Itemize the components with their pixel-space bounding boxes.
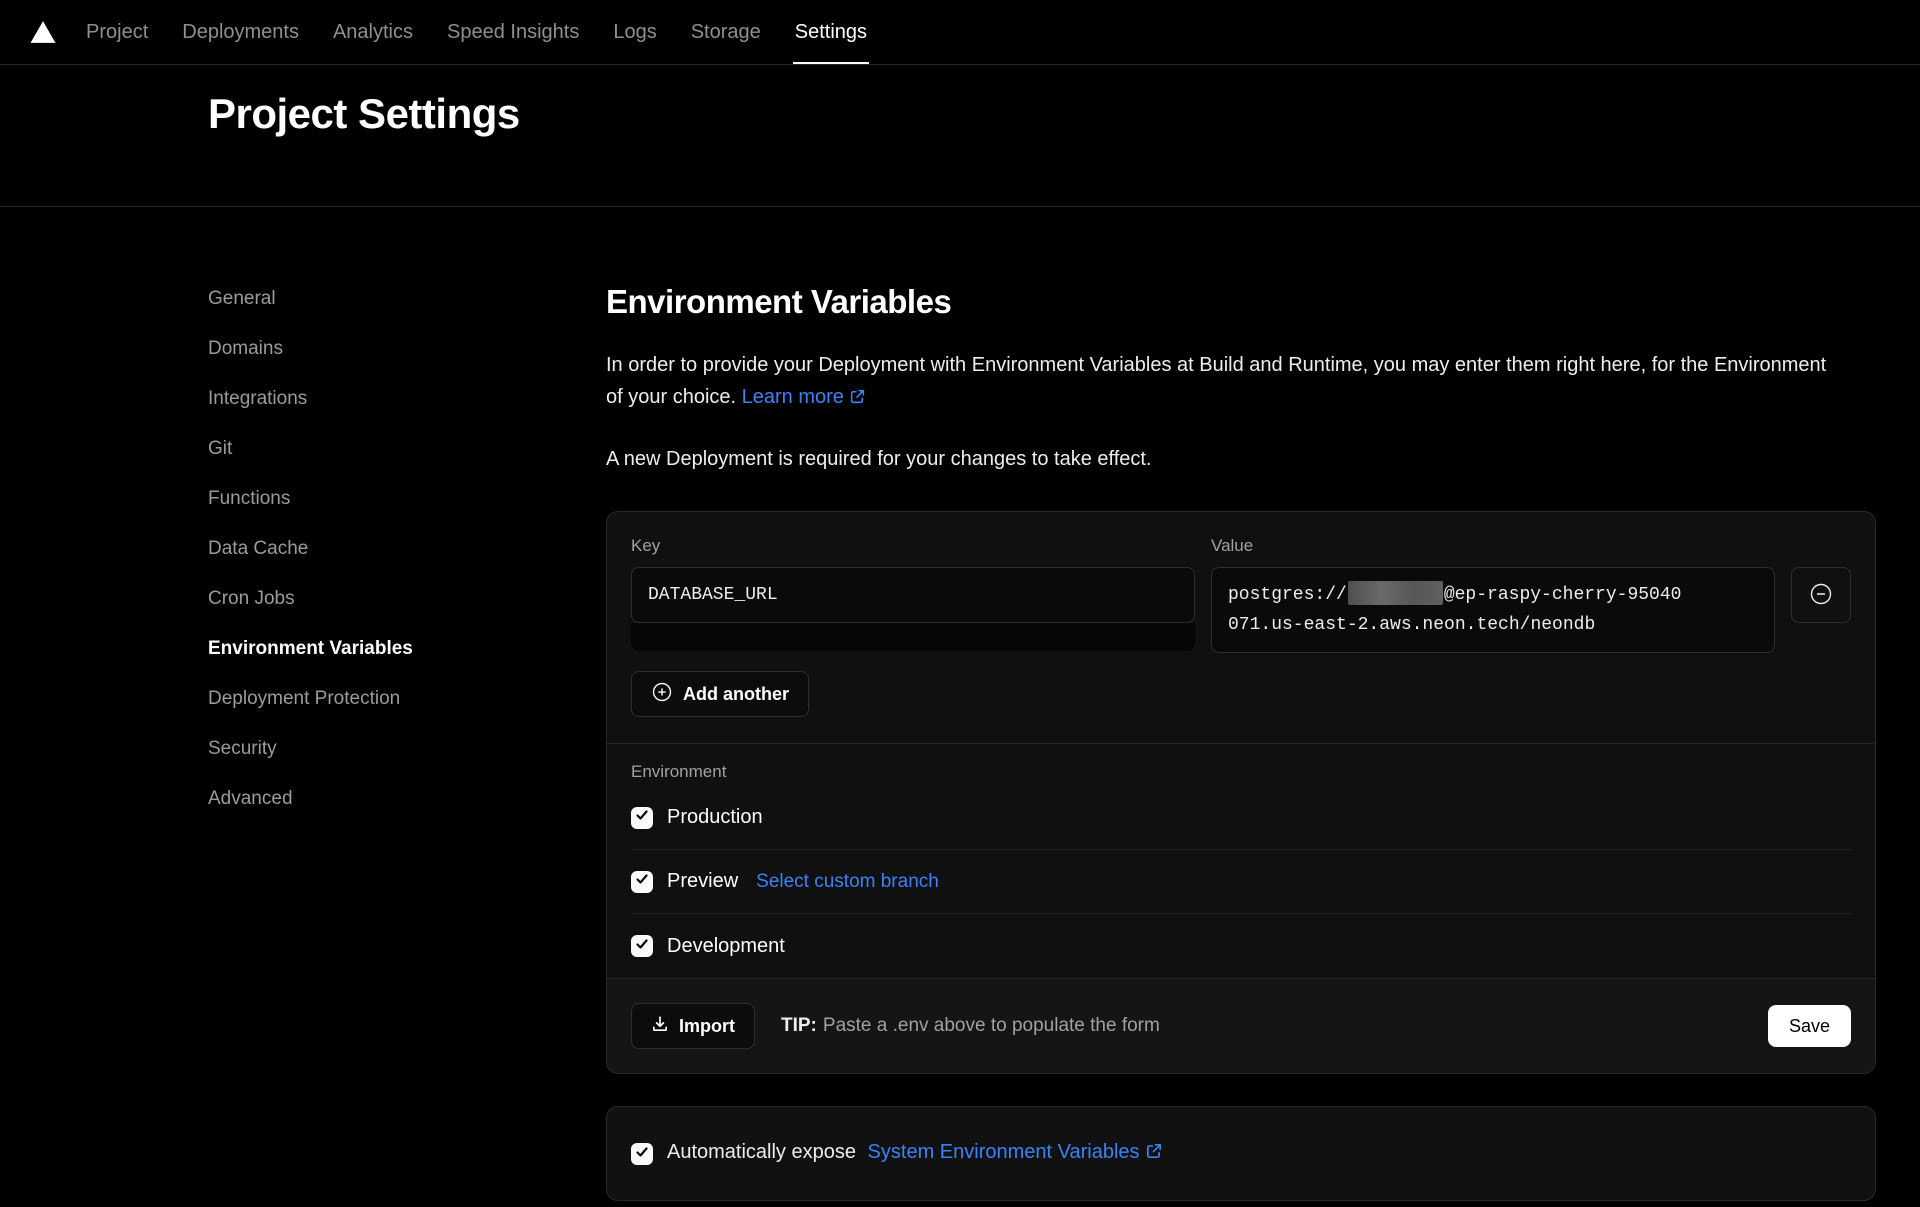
system-env-prefix: Automatically expose — [667, 1141, 856, 1163]
add-another-button[interactable]: Add another — [631, 671, 809, 717]
circle-plus-icon — [651, 681, 673, 708]
production-checkbox[interactable] — [631, 807, 653, 829]
circle-minus-icon — [1809, 582, 1833, 609]
main-panel: Environment Variables In order to provid… — [606, 207, 1876, 1201]
env-row-preview: Preview Select custom branch — [631, 850, 1851, 914]
sidebar-item-advanced[interactable]: Advanced — [208, 787, 606, 811]
import-button[interactable]: Import — [631, 1003, 755, 1049]
preview-label: Preview — [667, 870, 738, 893]
select-custom-branch-link[interactable]: Select custom branch — [756, 871, 939, 893]
value-line2: 071.us-east-2.aws.neon.tech/neondb — [1228, 615, 1595, 635]
key-value-row: Key DATABASE_URL Value postgres:// @ep-ra… — [631, 536, 1851, 653]
system-env-card: Automatically expose System Environment … — [606, 1106, 1876, 1201]
sidebar-item-environment-variables[interactable]: Environment Variables — [208, 637, 606, 661]
card-footer: Import TIP: Paste a .env above to populat… — [607, 978, 1875, 1073]
sidebar-item-domains[interactable]: Domains — [208, 337, 606, 361]
section-heading: Environment Variables — [606, 283, 1876, 321]
sidebar-item-integrations[interactable]: Integrations — [208, 387, 606, 411]
nav-items: Project Deployments Analytics Speed Insi… — [86, 0, 867, 64]
section-description: In order to provide your Deployment with… — [606, 349, 1876, 415]
tip-label: TIP: — [781, 1015, 817, 1036]
add-another-label: Add another — [683, 684, 789, 705]
preview-checkbox[interactable] — [631, 871, 653, 893]
env-row-development: Development — [631, 914, 1851, 978]
page-header: Project Settings — [0, 65, 1920, 207]
save-button[interactable]: Save — [1768, 1005, 1851, 1047]
description-line1: In order to provide your Deployment with… — [606, 349, 1876, 381]
remove-row-button[interactable] — [1791, 567, 1851, 623]
nav-tab-settings[interactable]: Settings — [795, 0, 867, 64]
nav-tab-storage[interactable]: Storage — [691, 0, 761, 64]
deployment-note: A new Deployment is required for your ch… — [606, 443, 1876, 475]
environment-label: Environment — [631, 760, 1851, 786]
content: General Domains Integrations Git Functio… — [0, 207, 1920, 1201]
production-label: Production — [667, 806, 763, 829]
env-row-production: Production — [631, 786, 1851, 850]
description-line2-text: of your choice. — [606, 386, 736, 408]
sidebar-item-security[interactable]: Security — [208, 737, 606, 761]
redacted-credential — [1348, 581, 1443, 605]
tip-body: Paste a .env above to populate the form — [823, 1015, 1160, 1036]
env-var-card-body: Key DATABASE_URL Value postgres:// @ep-ra… — [607, 512, 1875, 743]
nav-tab-logs[interactable]: Logs — [613, 0, 656, 64]
sidebar-item-deployment-protection[interactable]: Deployment Protection — [208, 687, 606, 711]
learn-more-label: Learn more — [742, 386, 844, 408]
checkmark-icon — [635, 1142, 649, 1165]
development-checkbox[interactable] — [631, 935, 653, 957]
nav-tab-speed-insights[interactable]: Speed Insights — [447, 0, 579, 64]
development-label: Development — [667, 935, 785, 958]
settings-sidebar: General Domains Integrations Git Functio… — [208, 207, 606, 1201]
external-link-icon — [849, 388, 866, 410]
remove-column — [1791, 536, 1851, 653]
vercel-logo-icon[interactable] — [30, 20, 56, 44]
page-title: Project Settings — [208, 90, 520, 138]
checkmark-icon — [635, 808, 649, 827]
env-value-input[interactable]: postgres:// @ep-raspy-cherry-95040 071.us-… — [1211, 567, 1775, 653]
description-line2: of your choice. Learn more — [606, 381, 1876, 415]
env-key-input-extension[interactable] — [631, 623, 1195, 651]
nav-tab-analytics[interactable]: Analytics — [333, 0, 413, 64]
env-key-value: DATABASE_URL — [648, 585, 778, 605]
key-label: Key — [631, 536, 1195, 557]
value-label: Value — [1211, 536, 1775, 557]
env-var-card: Key DATABASE_URL Value postgres:// @ep-ra… — [606, 511, 1876, 1074]
download-icon — [651, 1015, 669, 1038]
nav-tab-deployments[interactable]: Deployments — [182, 0, 299, 64]
system-env-checkbox[interactable] — [631, 1143, 653, 1165]
key-column: Key DATABASE_URL — [631, 536, 1195, 653]
external-link-icon — [1145, 1143, 1163, 1165]
environment-section: Environment Production Preview Select cu… — [607, 743, 1875, 978]
sidebar-item-cron-jobs[interactable]: Cron Jobs — [208, 587, 606, 611]
system-env-link-label: System Environment Variables — [868, 1141, 1140, 1163]
tip-text: TIP: Paste a .env above to populate the f… — [781, 1015, 1160, 1037]
top-navbar: Project Deployments Analytics Speed Insi… — [0, 0, 1920, 65]
sidebar-item-functions[interactable]: Functions — [208, 487, 606, 511]
learn-more-link[interactable]: Learn more — [742, 386, 866, 408]
nav-tab-project[interactable]: Project — [86, 0, 148, 64]
checkmark-icon — [635, 937, 649, 956]
value-column: Value postgres:// @ep-raspy-cherry-95040 0… — [1211, 536, 1775, 653]
checkmark-icon — [635, 872, 649, 891]
system-env-text: Automatically expose System Environment … — [667, 1141, 1163, 1166]
system-env-link[interactable]: System Environment Variables — [868, 1141, 1163, 1163]
value-line1-prefix: postgres:// — [1228, 585, 1347, 605]
remove-label-spacer — [1791, 536, 1851, 557]
sidebar-item-git[interactable]: Git — [208, 437, 606, 461]
sidebar-item-data-cache[interactable]: Data Cache — [208, 537, 606, 561]
env-key-input[interactable]: DATABASE_URL — [631, 567, 1195, 623]
value-line1-suffix: @ep-raspy-cherry-95040 — [1444, 585, 1682, 605]
sidebar-item-general[interactable]: General — [208, 287, 606, 311]
import-label: Import — [679, 1016, 735, 1037]
